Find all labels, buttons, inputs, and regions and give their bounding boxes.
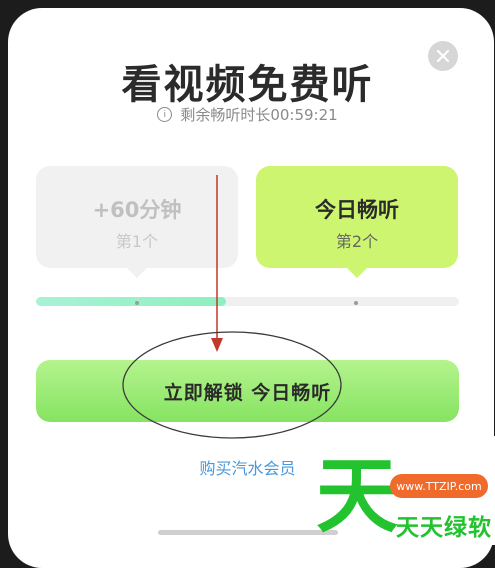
- unlock-button[interactable]: 立即解锁 今日畅听: [36, 360, 459, 422]
- watermark-url-badge: www.TTZIP.com: [390, 474, 488, 498]
- progress-step-dot: [354, 301, 358, 305]
- watermark-site-name: 天天绿软: [396, 515, 492, 541]
- option-card-title: +60分钟: [92, 198, 182, 222]
- option-card-pointer: [347, 268, 367, 278]
- info-icon: i: [157, 107, 173, 122]
- option-card-title: 今日畅听: [315, 198, 399, 222]
- progress-track: [36, 297, 459, 306]
- progress-step-dot: [135, 301, 139, 305]
- remaining-time: i 剩余畅听时长00:59:21: [0, 104, 495, 125]
- option-card-pointer: [127, 268, 147, 278]
- option-card-today-unlimited[interactable]: 今日畅听 第2个: [256, 166, 458, 278]
- dialog-title: 看视频免费听: [121, 62, 374, 108]
- watermark-logo-char: 天: [316, 448, 399, 544]
- option-card-subtitle: 第1个: [115, 232, 159, 251]
- option-card-60-minutes[interactable]: +60分钟 第1个: [36, 166, 238, 278]
- progress-fill: [36, 297, 227, 306]
- home-indicator: [158, 530, 338, 535]
- remaining-time-label: 剩余畅听时长00:59:21: [180, 106, 338, 124]
- option-card-subtitle: 第2个: [335, 232, 379, 251]
